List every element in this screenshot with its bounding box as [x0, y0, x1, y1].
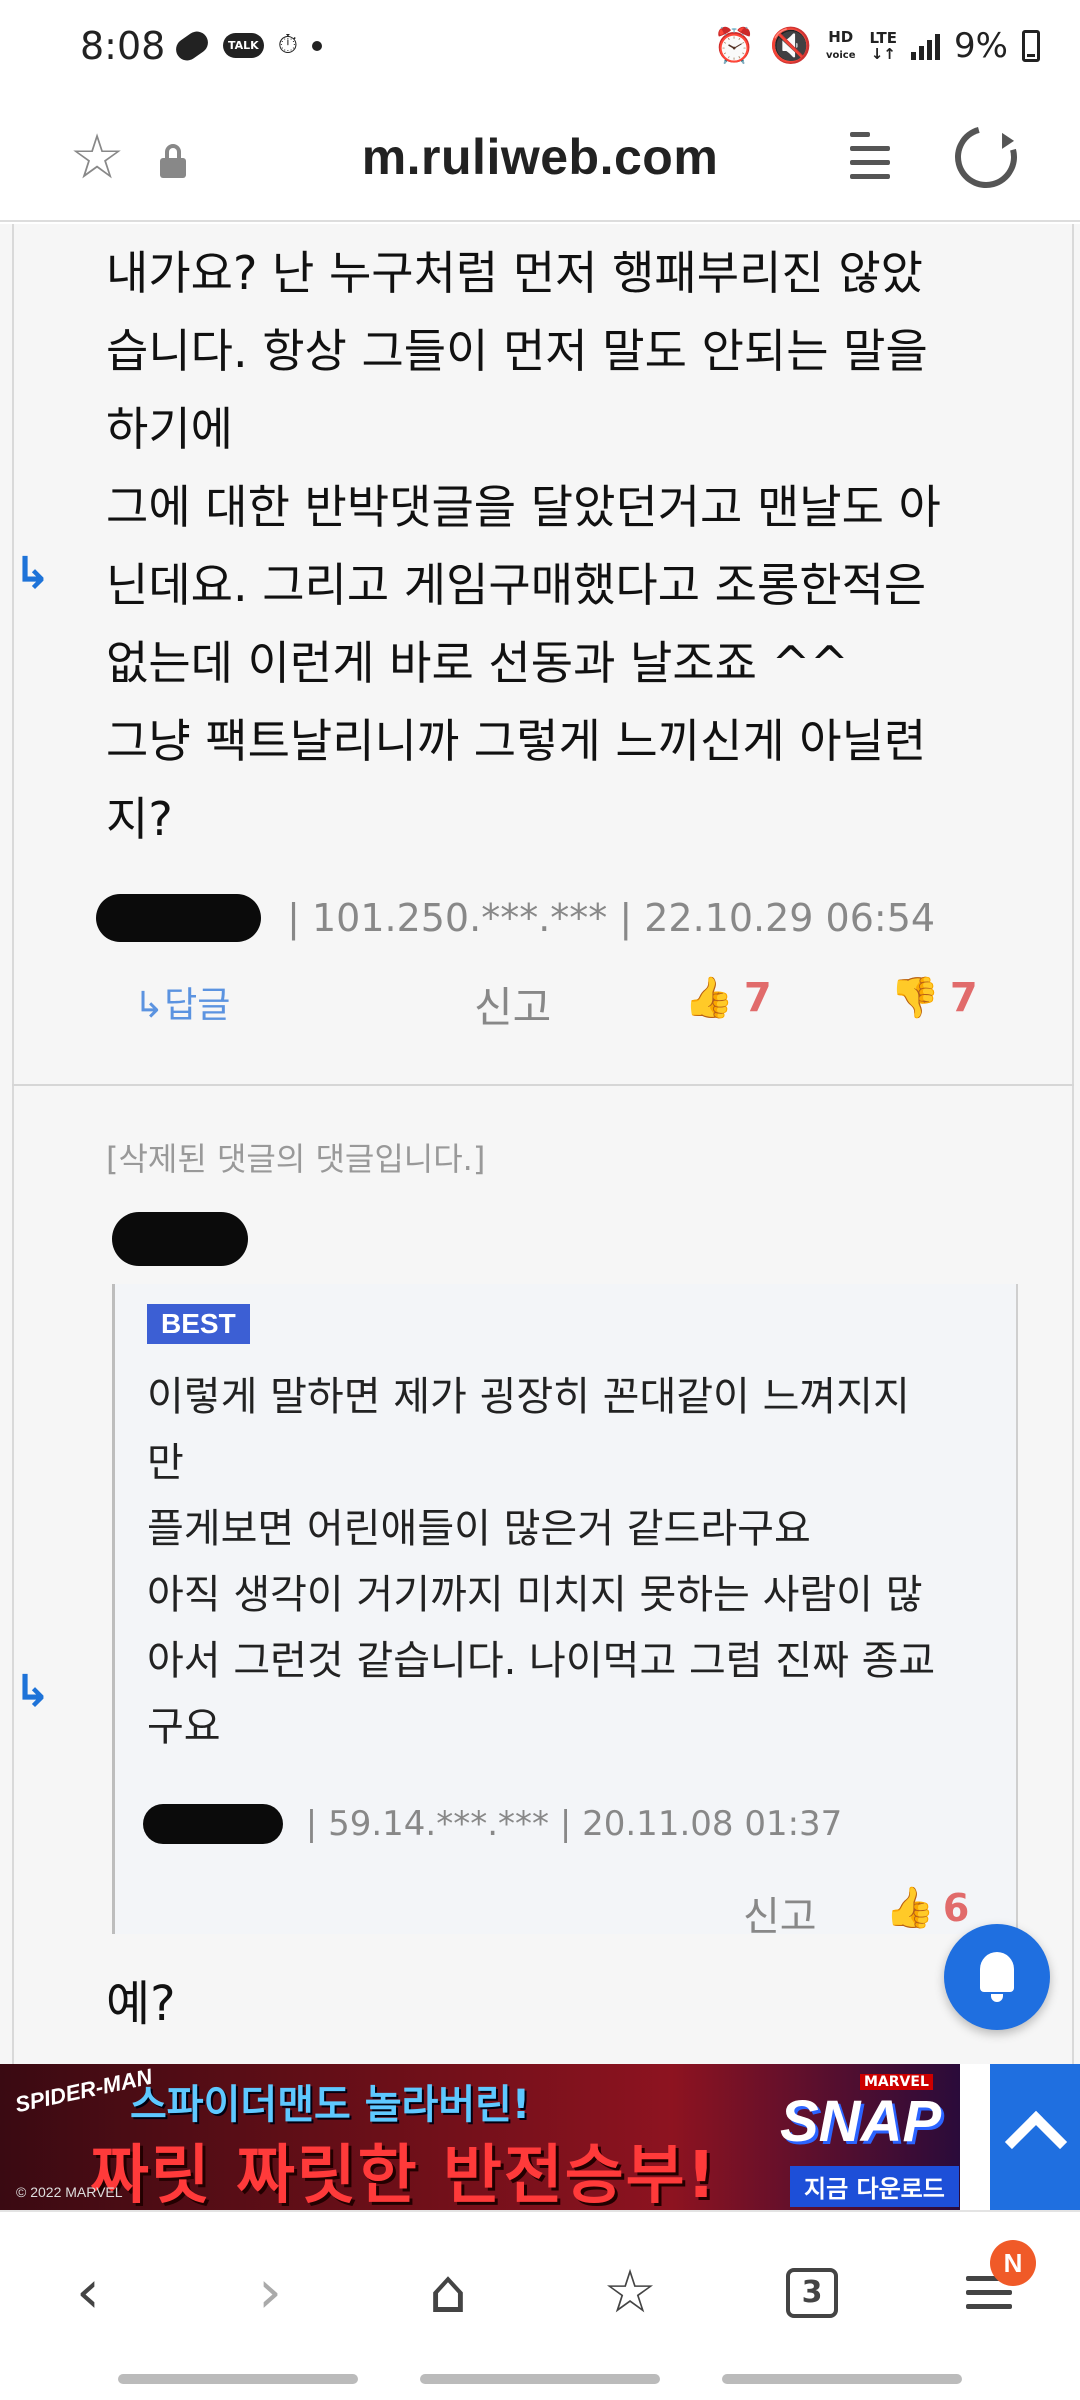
chevron-right-icon: ›: [258, 2257, 282, 2327]
thread-divider-left: [12, 224, 14, 2064]
quoted-report-button[interactable]: 신고: [743, 1884, 817, 1942]
like-count: 7: [743, 974, 772, 1021]
like-button[interactable]: 👍 7: [684, 974, 772, 1022]
dislike-count: 7: [949, 974, 978, 1021]
hd-voice-icon: HD voice: [825, 27, 856, 61]
gesture-bar: [0, 2360, 1080, 2400]
notification-bell-button[interactable]: [944, 1924, 1050, 2030]
chevron-up-icon: [1004, 2110, 1068, 2174]
more-notifications-dot-icon: [311, 40, 322, 51]
reply-button[interactable]: ↳답글: [134, 976, 230, 1028]
url-text[interactable]: m.ruliweb.com: [0, 128, 1080, 186]
banner-ad[interactable]: SPIDER-MAN 스파이더맨도 놀라버린! 짜릿 짜릿한 반전승부! MAR…: [0, 2064, 960, 2210]
home-button[interactable]: ⌂: [408, 2252, 488, 2332]
browser-bottom-nav: ‹ › ⌂ ☆ 3 N: [0, 2210, 1080, 2360]
redacted-nickname: [96, 894, 261, 942]
ad-download-button[interactable]: 지금 다운로드: [790, 2166, 959, 2207]
report-button[interactable]: 신고: [474, 974, 551, 1035]
scroll-to-top-button[interactable]: [990, 2064, 1080, 2210]
status-time: 8:08: [80, 24, 166, 68]
pill-icon: [171, 26, 213, 65]
best-badge: BEST: [147, 1304, 250, 1344]
chevron-left-icon: ‹: [76, 2257, 100, 2327]
ad-headline: 스파이더맨도 놀라버린!: [130, 2082, 531, 2128]
back-button[interactable]: ‹: [48, 2252, 128, 2332]
battery-icon: [1022, 30, 1040, 62]
comment-divider: [12, 1084, 1074, 1086]
bell-icon: [980, 1952, 1014, 1992]
home-icon: ⌂: [428, 2257, 468, 2327]
quoted-comment-meta: | 59.14.***.*** | 20.11.08 01:37: [143, 1804, 842, 1844]
thread-divider-right: [1072, 224, 1074, 2064]
status-system-icons: ⏰ 🔇 HD voice LTE ↓↑ 9%: [713, 26, 1040, 66]
timer-icon: ⏱: [277, 30, 298, 60]
reply-indicator-icon: ↳: [14, 1666, 51, 1717]
lte-icon: LTE ↓↑: [869, 29, 898, 63]
alarm-icon: ⏰: [713, 26, 756, 66]
deleted-parent-note: [삭제된 댓글의 댓글입니다.]: [106, 1140, 486, 1178]
comment-meta: | 101.250.***.*** | 22.10.29 06:54: [96, 894, 935, 942]
bookmarks-star-icon: ☆: [603, 2257, 657, 2327]
comment-thread[interactable]: ↳ 내가요? 난 누구처럼 먼저 행패부리진 않았 습니다. 항상 그들이 먼저…: [0, 224, 1080, 2064]
thumbs-up-icon: 👍: [684, 975, 734, 1021]
thumbs-down-icon: 👎: [890, 975, 940, 1021]
comment-ip: 101.250.***.***: [311, 896, 608, 940]
quoted-comment-datetime: 20.11.08 01:37: [582, 1804, 843, 1844]
forward-button[interactable]: ›: [230, 2252, 310, 2332]
comment-author: [112, 1212, 248, 1270]
quoted-like-button[interactable]: 👍 6: [885, 1884, 969, 1931]
mute-icon: 🔇: [769, 26, 812, 66]
battery-percent: 9%: [954, 26, 1008, 66]
new-notification-badge: N: [990, 2240, 1036, 2286]
ad-copyright: © 2022 MARVEL: [16, 2184, 123, 2200]
comment-body: 내가요? 난 누구처럼 먼저 행패부리진 않았 습니다. 항상 그들이 먼저 말…: [106, 246, 941, 846]
status-bar: 8:08 TALK ⏱ ⏰ 🔇 HD voice LTE ↓↑ 9%: [0, 0, 1080, 100]
quoted-like-count: 6: [942, 1885, 970, 1930]
bookmarks-button[interactable]: ☆: [590, 2252, 670, 2332]
redacted-nickname: [112, 1212, 248, 1266]
comment-body: 예?: [106, 1976, 176, 2032]
address-bar: ☆ m.ruliweb.com: [0, 100, 1080, 222]
ad-tagline: 짜릿 짜릿한 반전승부!: [90, 2139, 718, 2210]
comment-datetime: 22.10.29 06:54: [644, 896, 936, 940]
thumbs-up-icon: 👍: [885, 1885, 935, 1931]
status-notification-icons: TALK ⏱: [171, 26, 322, 65]
ad-snap-logo: SNAP: [780, 2089, 942, 2154]
tabs-button[interactable]: 3: [772, 2252, 852, 2332]
kakaotalk-icon: TALK: [223, 33, 264, 58]
quoted-best-comment: BEST 이렇게 말하면 제가 굉장히 꼰대같이 느껴지지 만 플게보면 어린애…: [112, 1284, 1018, 1940]
dislike-button[interactable]: 👎 7: [890, 974, 978, 1022]
reply-indicator-icon: ↳: [14, 548, 51, 599]
quoted-comment-ip: 59.14.***.***: [328, 1804, 550, 1844]
signal-icon: [911, 32, 941, 60]
reader-mode-icon[interactable]: [850, 130, 896, 182]
redacted-nickname: [143, 1804, 283, 1844]
comment-actions: ↳답글 신고 👍 7 👎 7: [0, 974, 1080, 1034]
quoted-comment-body: 이렇게 말하면 제가 굉장히 꼰대같이 느껴지지 만 플게보면 어린애들이 많은…: [147, 1374, 936, 1750]
tabs-icon: 3: [786, 2268, 838, 2318]
